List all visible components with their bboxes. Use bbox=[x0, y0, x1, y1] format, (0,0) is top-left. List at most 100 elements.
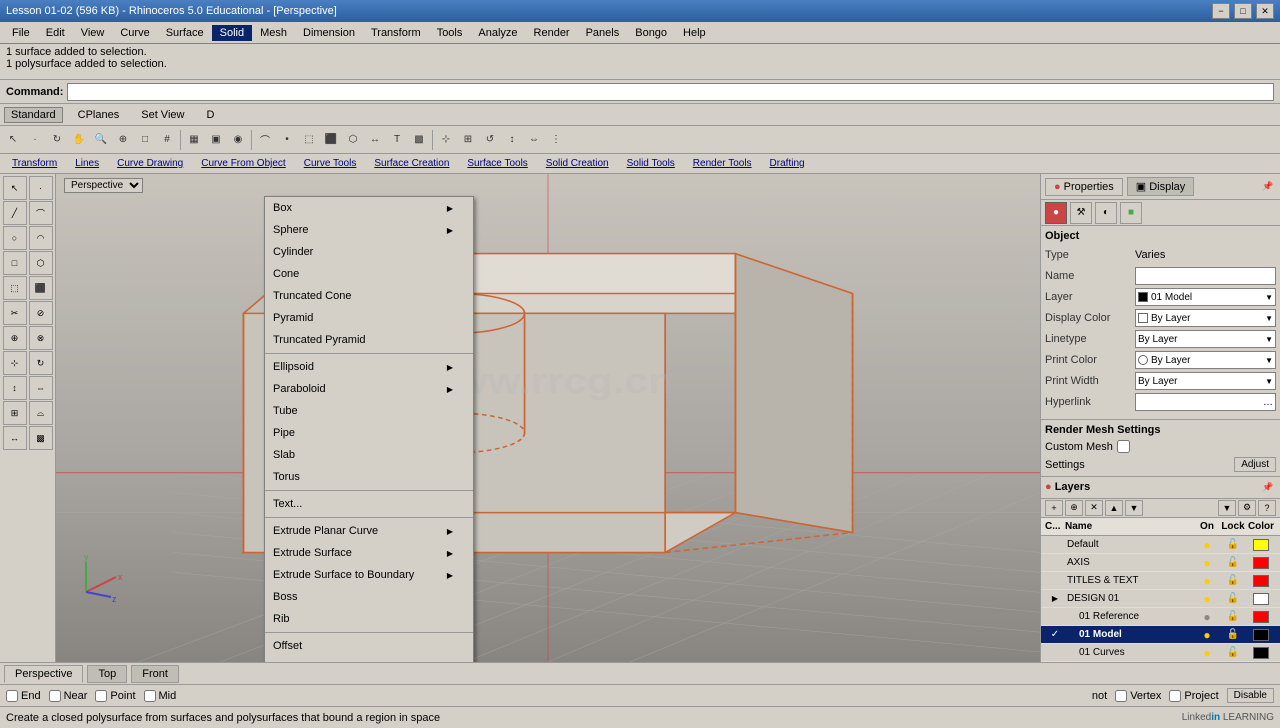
left-fillet-btn[interactable]: ⌓ bbox=[29, 401, 53, 425]
menu-rib[interactable]: Rib bbox=[265, 608, 473, 630]
layer-on-titles[interactable]: ● bbox=[1194, 574, 1220, 588]
left-point-btn[interactable]: · bbox=[29, 176, 53, 200]
disable-button[interactable]: Disable bbox=[1227, 688, 1274, 703]
menu-extrude-planar[interactable]: Extrude Planar Curve▶ bbox=[265, 520, 473, 542]
layer-01-curves[interactable]: 01 Curves ● 🔓 bbox=[1041, 644, 1280, 662]
snap-end-checkbox[interactable] bbox=[6, 690, 18, 702]
tab-drafting[interactable]: Drafting bbox=[762, 157, 813, 170]
toolbar-box-icon[interactable]: □ bbox=[134, 129, 156, 151]
tab-cplanes[interactable]: CPlanes bbox=[71, 107, 127, 123]
viewport-dropdown[interactable]: Perspective Top Front Right bbox=[64, 178, 143, 193]
menu-offset[interactable]: Offset bbox=[265, 635, 473, 657]
menu-sphere[interactable]: Sphere▶ bbox=[265, 219, 473, 241]
menu-fillet-edge[interactable]: Fillet Edge▶ bbox=[265, 657, 473, 662]
toolbar-text-icon[interactable]: T bbox=[386, 129, 408, 151]
prop-layer-dropdown[interactable]: 01 Model ▼ bbox=[1135, 288, 1276, 306]
layer-color-default[interactable] bbox=[1246, 539, 1276, 551]
layer-on-01ref[interactable]: ● bbox=[1194, 610, 1220, 624]
left-rect-btn[interactable]: □ bbox=[3, 251, 27, 275]
layer-on-01curves[interactable]: ● bbox=[1194, 646, 1220, 660]
left-polyline-btn[interactable]: ⌒ bbox=[29, 201, 53, 225]
menu-cone[interactable]: Cone bbox=[265, 263, 473, 285]
material-icon[interactable]: ⚒ bbox=[1070, 202, 1092, 224]
menu-curve[interactable]: Curve bbox=[112, 25, 157, 41]
snap-mid-checkbox[interactable] bbox=[144, 690, 156, 702]
toolbar-render-icon[interactable]: ◉ bbox=[227, 129, 249, 151]
left-rotate-btn[interactable]: ↻ bbox=[29, 351, 53, 375]
layers-pin-icon[interactable]: 📌 bbox=[1260, 479, 1276, 495]
toolbar-zoom-ext-icon[interactable]: ⊕ bbox=[112, 129, 134, 151]
tab-solid-tools[interactable]: Solid Tools bbox=[619, 157, 683, 170]
menu-mesh[interactable]: Mesh bbox=[252, 25, 295, 41]
new-layer-btn[interactable]: + bbox=[1045, 500, 1063, 516]
left-move-btn[interactable]: ⊹ bbox=[3, 351, 27, 375]
left-hatch-btn[interactable]: ▩ bbox=[29, 426, 53, 450]
layer-color-01model[interactable] bbox=[1246, 629, 1276, 641]
left-join-btn[interactable]: ⊕ bbox=[3, 326, 27, 350]
layer-color-axis[interactable] bbox=[1246, 557, 1276, 569]
layer-01-model[interactable]: ✓ 01 Model ● 🔓 bbox=[1041, 626, 1280, 644]
toolbar-curve-icon[interactable]: ⌒ bbox=[254, 129, 276, 151]
layer-color-01ref[interactable] bbox=[1246, 611, 1276, 623]
left-scale-btn[interactable]: ↕ bbox=[3, 376, 27, 400]
menu-extrude-surface[interactable]: Extrude Surface▶ bbox=[265, 542, 473, 564]
tab-front[interactable]: Front bbox=[131, 665, 179, 683]
menu-dimension[interactable]: Dimension bbox=[295, 25, 363, 41]
layer-lock-01ref[interactable]: 🔓 bbox=[1220, 611, 1246, 622]
layer-axis[interactable]: AXIS ● 🔓 bbox=[1041, 554, 1280, 572]
menu-view[interactable]: View bbox=[73, 25, 113, 41]
snap-vertex-checkbox[interactable] bbox=[1115, 690, 1127, 702]
snap-project-checkbox[interactable] bbox=[1169, 690, 1181, 702]
layer-on-axis[interactable]: ● bbox=[1194, 556, 1220, 570]
left-solid-btn[interactable]: ⬛ bbox=[29, 276, 53, 300]
left-select-btn[interactable]: ↖ bbox=[3, 176, 27, 200]
command-input[interactable] bbox=[67, 83, 1274, 101]
object-props-icon[interactable]: ● bbox=[1045, 202, 1067, 224]
toolbar-arrow-icon[interactable]: ↖ bbox=[2, 129, 24, 151]
sphere-icon[interactable]: ◐ bbox=[1095, 202, 1117, 224]
layer-lock-01model[interactable]: 🔓 bbox=[1220, 629, 1246, 640]
layer-lock-default[interactable]: 🔓 bbox=[1220, 539, 1246, 550]
snap-near-checkbox[interactable] bbox=[49, 690, 61, 702]
move-layer-up-btn[interactable]: ▲ bbox=[1105, 500, 1123, 516]
menu-help[interactable]: Help bbox=[675, 25, 714, 41]
toolbar-mirror-icon[interactable]: ⇔ bbox=[523, 129, 545, 151]
tab-render-tools[interactable]: Render Tools bbox=[685, 157, 760, 170]
menu-box[interactable]: Box▶ bbox=[265, 197, 473, 219]
layer-help-btn[interactable]: ? bbox=[1258, 500, 1276, 516]
prop-linetype-dropdown[interactable]: By Layer ▼ bbox=[1135, 330, 1276, 348]
display-tab[interactable]: ▣ Display bbox=[1127, 177, 1194, 196]
menu-boss[interactable]: Boss bbox=[265, 586, 473, 608]
menu-transform[interactable]: Transform bbox=[363, 25, 429, 41]
layer-lock-titles[interactable]: 🔓 bbox=[1220, 575, 1246, 586]
prop-print-color-dropdown[interactable]: By Layer ▼ bbox=[1135, 351, 1276, 369]
layer-01-reference[interactable]: 01 Reference ● 🔓 bbox=[1041, 608, 1280, 626]
tab-curve-drawing[interactable]: Curve Drawing bbox=[109, 157, 191, 170]
tab-standard[interactable]: Standard bbox=[4, 107, 63, 123]
toolbar-copy-icon[interactable]: ⊞ bbox=[457, 129, 479, 151]
menu-truncated-cone[interactable]: Truncated Cone bbox=[265, 285, 473, 307]
menu-pipe[interactable]: Pipe bbox=[265, 422, 473, 444]
perspective-viewport[interactable]: www.rrcg.cn Perspective Top Front Right … bbox=[56, 174, 1040, 662]
layer-settings-btn[interactable]: ⚙ bbox=[1238, 500, 1256, 516]
menu-bongo[interactable]: Bongo bbox=[627, 25, 675, 41]
menu-analyze[interactable]: Analyze bbox=[470, 25, 525, 41]
new-sub-layer-btn[interactable]: ⊕ bbox=[1065, 500, 1083, 516]
layer-color-design01[interactable] bbox=[1246, 593, 1276, 605]
left-trim-btn[interactable]: ✂ bbox=[3, 301, 27, 325]
tab-lines[interactable]: Lines bbox=[67, 157, 107, 170]
layer-titles-text[interactable]: TITLES & TEXT ● 🔓 bbox=[1041, 572, 1280, 590]
menu-truncated-pyramid[interactable]: Truncated Pyramid bbox=[265, 329, 473, 351]
toolbar-array-icon[interactable]: ⋮ bbox=[545, 129, 567, 151]
layer-on-default[interactable]: ● bbox=[1194, 538, 1220, 552]
snap-point-checkbox[interactable] bbox=[95, 690, 107, 702]
delete-layer-btn[interactable]: ✕ bbox=[1085, 500, 1103, 516]
menu-surface[interactable]: Surface bbox=[158, 25, 212, 41]
layer-on-01model[interactable]: ● bbox=[1194, 628, 1220, 642]
menu-tools[interactable]: Tools bbox=[429, 25, 471, 41]
toolbar-hatch-icon[interactable]: ▩ bbox=[408, 129, 430, 151]
menu-cylinder[interactable]: Cylinder bbox=[265, 241, 473, 263]
menu-edit[interactable]: Edit bbox=[38, 25, 73, 41]
menu-solid[interactable]: Solid bbox=[212, 25, 252, 41]
tab-transform[interactable]: Transform bbox=[4, 157, 65, 170]
